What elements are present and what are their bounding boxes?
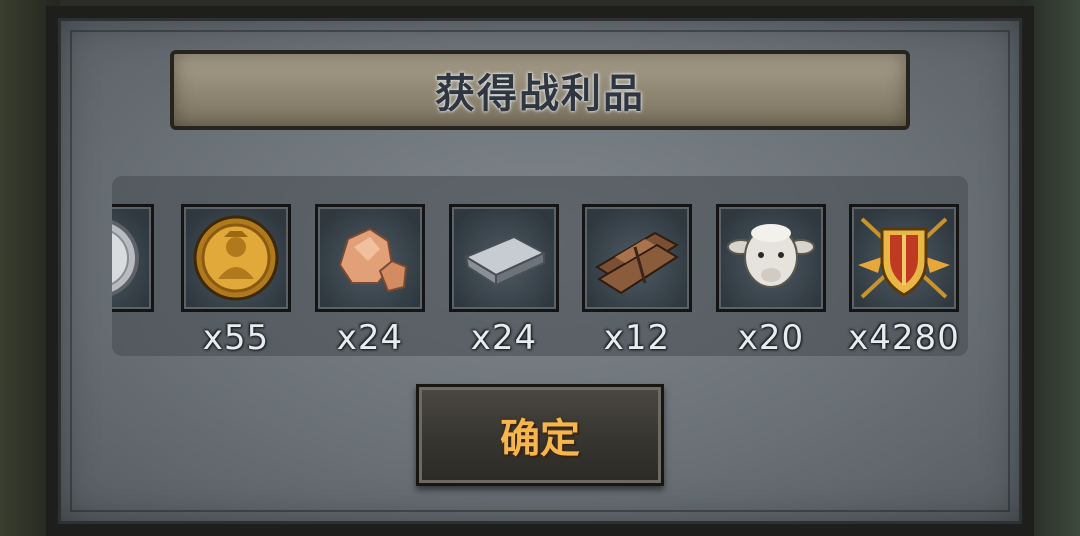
- reward-count: x4280: [848, 318, 960, 356]
- reward-slot: [449, 204, 559, 312]
- reward-count: x55: [202, 318, 270, 356]
- reward-item[interactable]: x12: [582, 204, 692, 356]
- confirm-label: 确定: [500, 416, 580, 462]
- copper-ore-icon: [338, 227, 408, 293]
- reward-count: x12: [603, 318, 671, 356]
- reward-item[interactable]: x24: [449, 204, 559, 356]
- reward-item[interactable]: x20: [716, 204, 826, 356]
- golden-shield-emblem-icon: [858, 217, 950, 299]
- reward-slot: [582, 204, 692, 312]
- reward-count: x24: [470, 318, 538, 356]
- reward-count: 5: [112, 318, 164, 356]
- silver-coin-icon: [112, 220, 139, 296]
- dialog-title: 获得战利品: [435, 71, 645, 117]
- reward-slot: [181, 204, 291, 312]
- rewards-list[interactable]: 5 x55 x24: [112, 176, 968, 356]
- reward-item[interactable]: x55: [181, 204, 291, 356]
- reward-slot: [112, 204, 154, 312]
- sheep-icon: [727, 224, 815, 288]
- confirm-button[interactable]: 确定: [416, 384, 664, 486]
- title-banner: 获得战利品: [170, 50, 910, 130]
- iron-ingot-icon: [463, 235, 547, 287]
- reward-count: x24: [336, 318, 404, 356]
- reward-item[interactable]: x4280: [848, 204, 959, 356]
- reward-item[interactable]: x24: [315, 204, 425, 356]
- reward-slot: [849, 204, 959, 312]
- reward-slot: [716, 204, 826, 312]
- reward-count: x20: [737, 318, 805, 356]
- reward-item[interactable]: 5: [112, 204, 154, 354]
- reward-slot: [315, 204, 425, 312]
- gold-coin-icon: [193, 215, 279, 301]
- wood-planks-icon: [595, 231, 679, 295]
